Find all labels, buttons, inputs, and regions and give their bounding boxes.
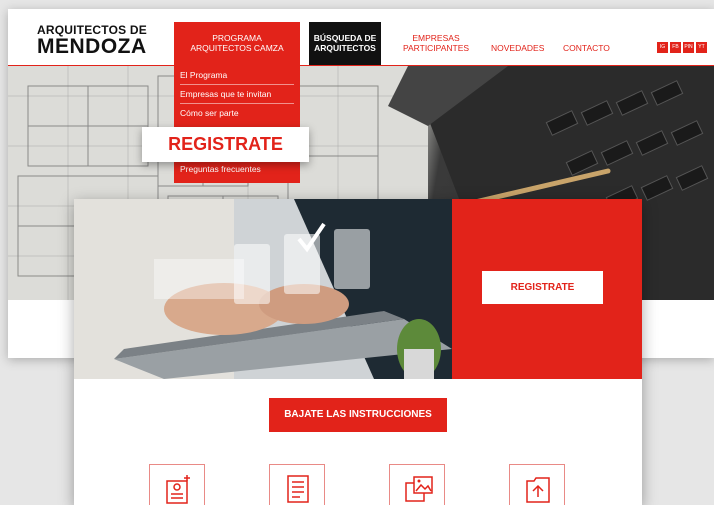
register-button[interactable]: REGISTRATE bbox=[482, 271, 603, 304]
form-document-icon[interactable] bbox=[269, 464, 325, 505]
register-panel: REGISTRATE bbox=[452, 199, 642, 379]
nav-empresas[interactable]: EMPRESAS PARTICIPANTES bbox=[396, 33, 476, 53]
nav-programa[interactable]: PROGRAMA ARQUITECTOS CAMZA bbox=[174, 22, 300, 65]
pinterest-icon[interactable]: PIN bbox=[683, 42, 694, 53]
folder-upload-icon[interactable] bbox=[509, 464, 565, 505]
nav-empresas-line1: EMPRESAS bbox=[412, 33, 460, 43]
id-card-icon-graphic bbox=[166, 475, 190, 504]
instagram-icon[interactable]: IG bbox=[657, 42, 668, 53]
dropdown-item-preguntas[interactable]: Preguntas frecuentes bbox=[180, 164, 261, 174]
dropdown-divider bbox=[180, 103, 294, 104]
id-card-icon[interactable] bbox=[149, 464, 205, 505]
nav-busqueda-line2: ARQUITECTOS bbox=[314, 43, 376, 53]
dropdown-item-empresas[interactable]: Empresas que te invitan bbox=[180, 89, 271, 99]
nav-programa-line1: PROGRAMA bbox=[212, 33, 262, 43]
media-upload-icon[interactable] bbox=[389, 464, 445, 505]
form-document-icon-graphic bbox=[287, 475, 309, 503]
dropdown-item-como-ser-parte[interactable]: Cómo ser parte bbox=[180, 108, 239, 118]
foreground-page: REGISTRATE BAJATE LAS INSTRUCCIONES bbox=[74, 199, 642, 505]
dropdown-divider bbox=[180, 84, 294, 85]
laptop-hands-image bbox=[74, 199, 452, 379]
nav-empresas-line2: PARTICIPANTES bbox=[402, 43, 470, 53]
nav-programa-line2: ARQUITECTOS CAMZA bbox=[190, 43, 284, 53]
dropdown-item-programa[interactable]: El Programa bbox=[180, 70, 227, 80]
register-button-large[interactable]: REGISTRATE bbox=[142, 127, 309, 162]
facebook-icon[interactable]: FB bbox=[670, 42, 681, 53]
nav-busqueda[interactable]: BÚSQUEDA DE ARQUITECTOS bbox=[309, 22, 381, 65]
top-navigation: ARQUITECTOS DE MENDOZA PROGRAMA ARQUITEC… bbox=[8, 9, 714, 66]
folder-upload-icon-graphic bbox=[526, 477, 550, 503]
download-instructions-button[interactable]: BAJATE LAS INSTRUCCIONES bbox=[269, 398, 447, 432]
nav-busqueda-line1: BÚSQUEDA DE bbox=[313, 33, 377, 43]
programa-dropdown: El Programa Empresas que te invitan Cómo… bbox=[174, 65, 300, 183]
nav-contacto[interactable]: CONTACTO bbox=[563, 43, 610, 53]
brand-line-2: MENDOZA bbox=[37, 35, 147, 58]
media-upload-icon-graphic bbox=[405, 476, 433, 502]
youtube-icon[interactable]: YT bbox=[696, 42, 707, 53]
nav-novedades[interactable]: NOVEDADES bbox=[491, 43, 544, 53]
